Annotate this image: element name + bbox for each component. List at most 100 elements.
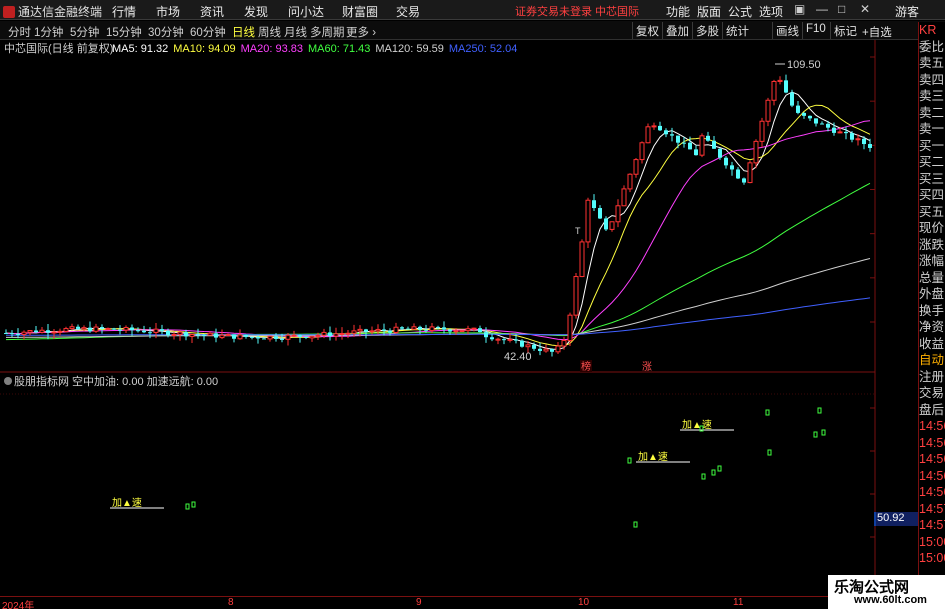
- candle-body: [832, 127, 836, 133]
- period-5min[interactable]: 5分钟: [70, 24, 99, 40]
- quote-field-11: 现价: [919, 221, 945, 235]
- candle-body: [520, 340, 524, 347]
- toolbar-multistock[interactable]: 多股: [692, 22, 722, 39]
- menu-market[interactable]: 市场: [156, 3, 180, 20]
- toolbar-stats[interactable]: 统计: [722, 22, 752, 39]
- add-favorite-button[interactable]: +自选: [862, 24, 892, 40]
- ind-mark: [813, 431, 818, 438]
- candle-body: [808, 115, 812, 119]
- candle-body: [598, 208, 602, 219]
- quote-field-12: 涨跌: [919, 237, 945, 252]
- candle-body: [237, 334, 243, 340]
- toolbar-adjust[interactable]: 复权: [632, 22, 662, 39]
- low-price-label: 42.40: [504, 351, 532, 363]
- indicator-value: 50.92: [877, 512, 905, 524]
- menu-quotes[interactable]: 行情: [112, 3, 136, 20]
- menu-trade[interactable]: 交易: [396, 3, 420, 20]
- quote-field-15: 外盘: [919, 287, 945, 301]
- period-1min[interactable]: 1分钟: [34, 24, 63, 40]
- quote-field-0: 委比: [919, 39, 945, 54]
- candle-body: [382, 329, 386, 331]
- guest-label[interactable]: 游客: [895, 3, 919, 20]
- quote-field-23: 14:56: [919, 419, 945, 433]
- period-weekly[interactable]: 周线: [258, 24, 281, 40]
- ind-label-1: 加▲速: [638, 451, 668, 463]
- ind-label-0: 加▲速: [112, 497, 142, 509]
- period-more[interactable]: 更多 ›: [346, 24, 376, 40]
- menu-function[interactable]: 功能: [666, 3, 690, 20]
- toolbar-draw[interactable]: 画线: [772, 22, 802, 39]
- indicator-toggle-icon[interactable]: [4, 377, 12, 385]
- candle-body: [123, 326, 129, 331]
- candle-body: [189, 334, 195, 337]
- candle-body: [706, 135, 710, 141]
- menu-layout[interactable]: 版面: [697, 3, 721, 20]
- quote-field-1: 卖五: [919, 56, 945, 70]
- period-15min[interactable]: 15分钟: [106, 24, 142, 40]
- date-label-aug: 8: [228, 597, 234, 608]
- period-daily[interactable]: 日线: [232, 24, 255, 40]
- candle-body: [442, 327, 446, 330]
- candle-body: [388, 330, 392, 333]
- candle-body: [142, 330, 146, 333]
- candle-body: [393, 326, 399, 333]
- menu-wealth[interactable]: 财富圈: [342, 3, 378, 20]
- candle-body: [21, 331, 27, 335]
- candle-body: [274, 336, 278, 339]
- period-monthly[interactable]: 月线: [284, 24, 307, 40]
- period-multi[interactable]: 多周期: [310, 24, 345, 40]
- tag-zhang: 涨: [642, 361, 652, 373]
- candle-body: [676, 135, 680, 143]
- ma-line-5: [5, 91, 871, 350]
- candle-body: [166, 330, 170, 336]
- ma-label-2: MA20: 93.83: [241, 43, 303, 55]
- minimize-button[interactable]: —: [816, 2, 828, 16]
- ind-mark: [767, 449, 772, 456]
- chart-area[interactable]: 中芯国际(日线 前复权) MA5: 91.32 MA10: 94.09 MA20: …: [0, 40, 878, 596]
- candle-body: [214, 333, 218, 338]
- candle-body: [658, 125, 662, 131]
- maximize-button[interactable]: □: [838, 2, 845, 16]
- menu-formula[interactable]: 公式: [728, 3, 752, 20]
- candle-body: [424, 329, 428, 331]
- layout-icon[interactable]: ▣: [794, 2, 805, 16]
- menu-discover[interactable]: 发现: [244, 3, 268, 20]
- ma-legend: MA5: 91.32 MA10: 94.09 MA20: 93.83 MA60: 71…: [112, 43, 517, 55]
- candle-body: [633, 159, 639, 175]
- quote-field-29: 14:57: [919, 518, 945, 532]
- candle-body: [465, 328, 471, 332]
- candle-body: [567, 314, 573, 342]
- candle-body: [333, 333, 339, 337]
- candle-body: [256, 337, 260, 339]
- quote-field-5: 卖一: [919, 122, 945, 136]
- candle-body: [502, 339, 506, 341]
- candle-body: [688, 142, 692, 150]
- indicator-marks: 加▲速加▲速加▲速: [110, 407, 826, 528]
- ma-label-4: MA120: 59.59: [375, 43, 444, 55]
- quote-field-9: 买四: [919, 188, 945, 202]
- candle-body: [232, 334, 236, 339]
- toolbar-overlay[interactable]: 叠加: [662, 22, 692, 39]
- ma-label-3: MA60: 71.43: [308, 43, 370, 55]
- toolbar-mark[interactable]: 标记: [830, 22, 860, 39]
- quote-field-16: 换手: [919, 303, 945, 318]
- menu-news[interactable]: 资讯: [200, 3, 224, 20]
- candle-body: [627, 173, 633, 190]
- candle-body: [796, 105, 800, 113]
- period-60min[interactable]: 60分钟: [190, 24, 226, 40]
- quote-field-19: 自动: [919, 353, 945, 367]
- quote-field-20: 注册: [919, 369, 945, 384]
- toolbar-f10[interactable]: F10: [802, 22, 829, 39]
- period-30min[interactable]: 30分钟: [148, 24, 184, 40]
- candle-body: [184, 332, 188, 337]
- ind-mark: [627, 457, 632, 464]
- candle-body: [621, 188, 627, 207]
- candle-body: [742, 178, 746, 183]
- candle-body: [148, 332, 152, 334]
- date-label-2024: 2024年: [2, 601, 35, 609]
- close-button[interactable]: ✕: [860, 2, 870, 16]
- menu-ask[interactable]: 问小达: [288, 3, 324, 20]
- menu-options[interactable]: 选项: [759, 3, 783, 20]
- period-timeshare[interactable]: 分时: [8, 24, 31, 40]
- candle-body: [585, 199, 591, 243]
